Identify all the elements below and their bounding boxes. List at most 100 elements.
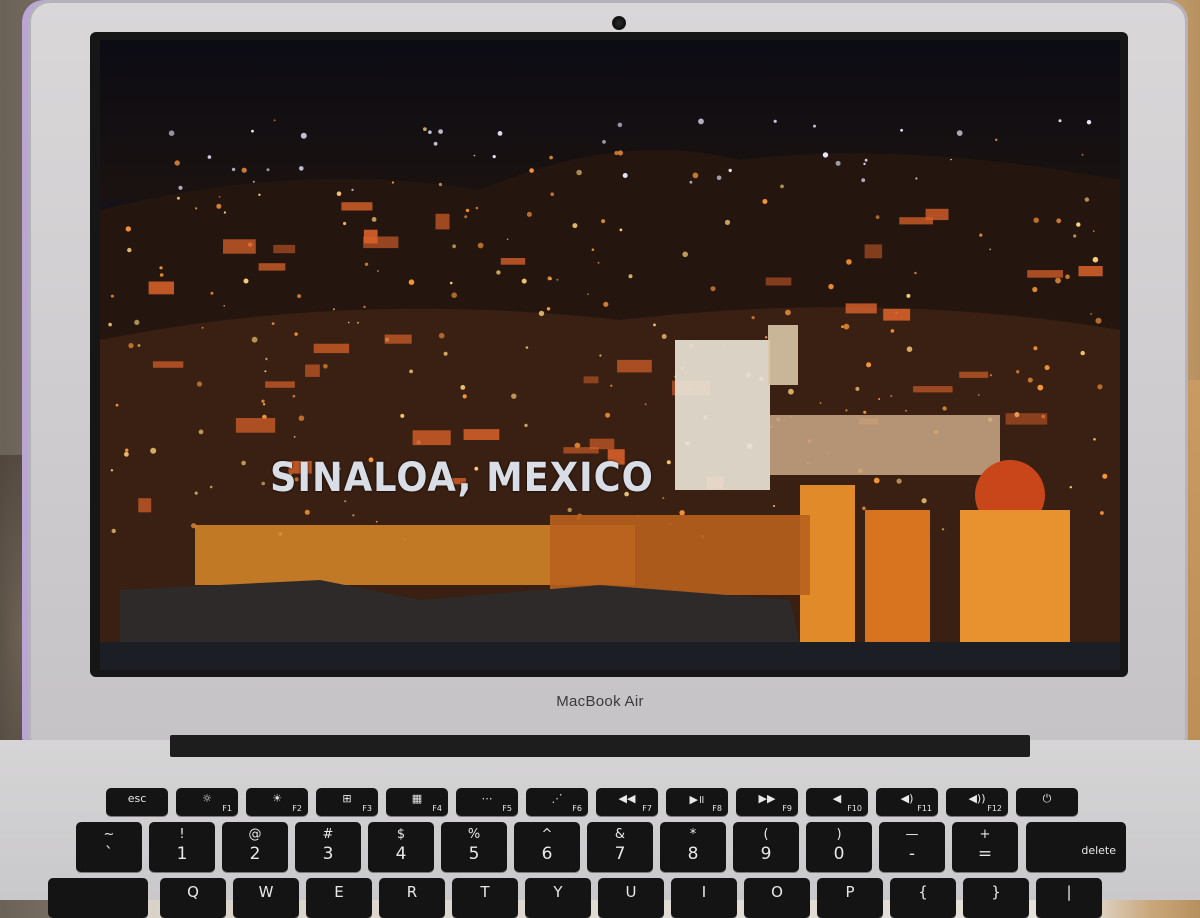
city-light [174,160,180,166]
key-7[interactable]: & 7 [587,822,653,872]
lit-building [313,343,350,354]
key-label: R [406,883,418,901]
key-4[interactable]: $4 [368,822,434,872]
city-light [261,399,265,403]
key-8[interactable]: * 8 [660,822,726,872]
lit-building [583,376,599,384]
key-fn-f1[interactable]: ☼ F1 [176,788,238,816]
key-shift-label: @ [248,827,262,842]
city-light [762,199,768,204]
key-delete[interactable]: delete [1026,822,1126,872]
lit-building [265,381,295,388]
key--[interactable]: — - [879,822,945,872]
key-fn-f6[interactable]: ⋰ F6 [526,788,588,816]
city-light [900,128,903,132]
key-fn-f3[interactable]: ⊞ F3 [316,788,378,816]
key-t[interactable]: T [452,878,518,918]
key-label: W [258,883,274,901]
city-light [241,167,247,173]
city-light [914,271,917,275]
city-light [347,321,350,324]
laptop-screen: SINALOA, MEXICO [100,40,1120,670]
key-label: - [908,844,916,864]
key-fn-f7[interactable]: ◀◀ F7 [596,788,658,816]
city-light [452,244,456,249]
key-r[interactable]: R [379,878,445,918]
city-light [628,274,633,279]
key-=[interactable]: + = [952,822,1018,872]
key-fn-label: F10 [847,804,862,813]
lit-building [273,244,296,254]
key-6[interactable]: ^ 6 [514,822,580,872]
city-light [125,448,129,452]
key-1[interactable]: ! 1 [149,822,215,872]
lit-building [765,277,792,286]
city-light [942,406,947,411]
key-i[interactable]: I [671,878,737,918]
key-q[interactable]: Q [160,878,226,918]
city-light [653,323,656,327]
key-{[interactable]: { [890,878,956,918]
city-light [878,398,881,400]
city-light [1081,153,1084,156]
lit-building [148,281,174,295]
city-light [710,286,716,292]
lit-building [913,386,953,393]
city-light [576,169,582,176]
city-light [906,346,913,353]
key-|[interactable]: | [1036,878,1102,918]
key-fn-f12[interactable]: ◀)) F12 [946,788,1008,816]
key-tab[interactable] [48,878,148,918]
key-e[interactable]: E [306,878,372,918]
key-9[interactable]: (9 [733,822,799,872]
city-light [433,141,438,146]
key-fn-label: F2 [292,804,302,813]
city-light [460,385,466,390]
key-label: 2 [249,844,261,864]
key-fn-f8[interactable]: ▶॥ F8 [666,788,728,816]
night-city-scene [100,40,1120,670]
key-shift-label: * [689,827,697,842]
key-y[interactable]: Y [525,878,591,918]
key-fn-label: F9 [782,804,792,813]
key-0[interactable]: ) 0 [806,822,872,872]
city-light [364,262,369,266]
city-light [622,173,628,178]
key-fn-esc[interactable]: esc [106,788,168,816]
key-}[interactable]: } [963,878,1029,918]
key-o[interactable]: O [744,878,810,918]
key-fn-f4[interactable]: ▦ F4 [386,788,448,816]
city-light [861,178,866,183]
city-light [873,477,880,484]
key-2[interactable]: @2 [222,822,288,872]
key-fn-f5[interactable]: ⋯ F5 [456,788,518,816]
lit-building [959,371,989,378]
key-5[interactable]: % 5 [441,822,507,872]
key-w[interactable]: W [233,878,299,918]
key-3[interactable]: #3 [295,822,361,872]
city-light [599,354,602,357]
key-label: I [701,883,707,901]
key-label: 0 [833,844,845,864]
key-label: T [480,883,490,901]
city-light [751,316,755,320]
key-p[interactable]: P [817,878,883,918]
city-light [125,226,131,232]
city-light [1097,384,1103,390]
key-fn-f2[interactable]: ☀ F2 [246,788,308,816]
city-light [529,168,534,173]
key-fn-⏻[interactable]: ⏻ [1016,788,1078,816]
lit-building [235,418,276,433]
city-light [905,409,907,412]
city-light [376,270,379,272]
key-fn-f11[interactable]: ◀) F11 [876,788,938,816]
key-label: = [977,844,993,864]
city-light [262,403,266,406]
lit-building [258,263,286,271]
city-light [266,168,270,172]
city-light [1086,120,1092,125]
key-fn-f10[interactable]: ◀ F10 [806,788,868,816]
key-`[interactable]: ~ ` [76,822,142,872]
key-u[interactable]: U [598,878,664,918]
key-fn-f9[interactable]: ▶▶ F9 [736,788,798,816]
